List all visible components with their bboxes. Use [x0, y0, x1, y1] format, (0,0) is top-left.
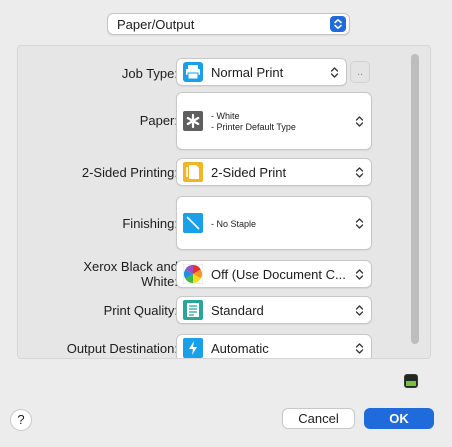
chevron-updown-icon [355, 115, 364, 128]
help-button[interactable]: ? [10, 409, 32, 431]
color-wheel-icon [182, 263, 204, 285]
output-destination-value: Automatic [211, 341, 269, 356]
no-staple-icon [183, 213, 203, 233]
two-sided-value: 2-Sided Print [211, 165, 287, 180]
two-sided-label: 2-Sided Printing: [81, 165, 178, 180]
output-tray-icon [183, 338, 203, 358]
paper-asterisk-icon [183, 111, 203, 131]
chevron-updown-icon [330, 66, 339, 79]
paper-line-1: - White [211, 111, 240, 121]
xerox-bw-value: Off (Use Document C... [211, 267, 346, 282]
section-popup-value: Paper/Output [117, 17, 195, 32]
chevron-updown-icon [355, 304, 364, 317]
paper-popup[interactable]: - White - Printer Default Type [176, 92, 372, 150]
xerox-bw-label-line-2: White: [141, 274, 178, 289]
settings-panel: Job Type: Normal Print .. Paper: - White… [17, 45, 431, 359]
two-sided-document-icon [183, 162, 203, 182]
print-quality-label: Print Quality: [103, 303, 178, 318]
finishing-label: Finishing: [122, 216, 178, 231]
toner-status-icon[interactable] [404, 374, 418, 388]
cancel-button[interactable]: Cancel [282, 408, 355, 429]
chevron-updown-icon [355, 166, 364, 179]
two-sided-popup[interactable]: 2-Sided Print [176, 158, 372, 186]
job-type-options-button[interactable]: .. [350, 61, 370, 83]
job-type-value: Normal Print [211, 65, 284, 80]
print-quality-value: Standard [211, 303, 264, 318]
finishing-popup[interactable]: - No Staple [176, 196, 372, 250]
xerox-bw-label-line-1: Xerox Black and [83, 259, 178, 274]
job-type-popup[interactable]: Normal Print [176, 58, 347, 86]
chevron-updown-icon [355, 268, 364, 281]
toner-level-bar [406, 381, 416, 386]
printer-icon [183, 62, 203, 82]
xerox-bw-popup[interactable]: Off (Use Document C... [176, 260, 372, 288]
output-destination-popup[interactable]: Automatic [176, 334, 372, 358]
xerox-bw-label: Xerox Black and White: [18, 259, 178, 289]
chevron-updown-icon [330, 16, 346, 32]
section-popup[interactable]: Paper/Output [107, 13, 350, 35]
finishing-value: - No Staple [211, 219, 257, 229]
paper-label: Paper: [139, 113, 178, 128]
chevron-updown-icon [355, 217, 364, 230]
quality-document-icon [183, 300, 203, 320]
paper-line-2: - Printer Default Type [211, 122, 296, 132]
job-type-label: Job Type: [121, 66, 178, 81]
ok-button[interactable]: OK [364, 408, 434, 429]
output-destination-label: Output Destination: [66, 341, 178, 356]
chevron-updown-icon [355, 342, 364, 355]
print-quality-popup[interactable]: Standard [176, 296, 372, 324]
scrollbar-thumb[interactable] [411, 54, 419, 344]
